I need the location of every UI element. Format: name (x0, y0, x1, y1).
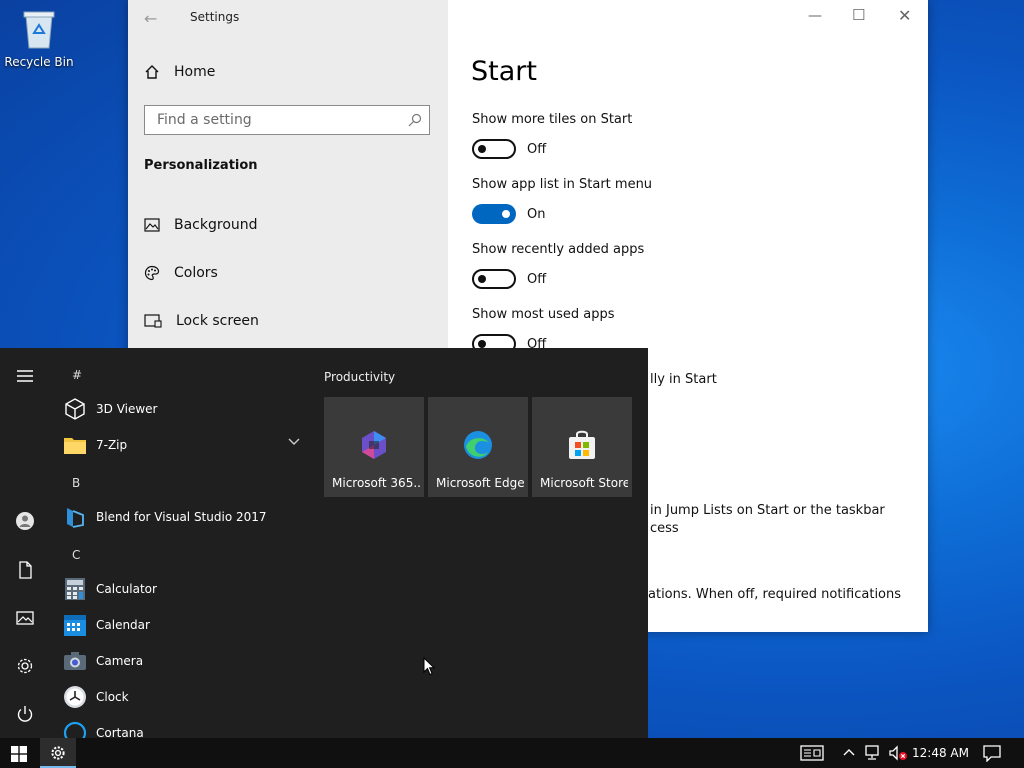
edge-icon (464, 431, 492, 459)
app-label: Blend for Visual Studio 2017 (96, 510, 267, 524)
app-3d-viewer[interactable]: 3D Viewer (62, 396, 157, 422)
taskbar: 12:48 AM (0, 738, 1024, 768)
tile-microsoft-365[interactable]: Microsoft 365... (324, 397, 424, 497)
search-icon[interactable] (407, 112, 423, 128)
start-rail (0, 348, 50, 738)
toggle-app-list[interactable] (472, 204, 516, 224)
desktop-icon-recycle-bin[interactable]: Recycle Bin (4, 6, 74, 69)
nav-item-background[interactable]: Background (144, 217, 258, 233)
mouse-cursor-icon (423, 657, 435, 676)
power-icon[interactable] (15, 704, 35, 724)
toggle-more-tiles[interactable] (472, 139, 516, 159)
app-clock[interactable]: Clock (62, 684, 129, 710)
app-label: 3D Viewer (96, 402, 158, 416)
setting-label-partial: cess (650, 521, 679, 536)
setting-label-partial: ations. When off, required notifications (648, 587, 902, 602)
calendar-icon (64, 615, 86, 636)
app-label: Camera (96, 654, 144, 668)
app-camera[interactable]: Camera (62, 648, 143, 674)
setting-label-partial: in Jump Lists on Start or the taskbar (650, 503, 885, 518)
app-list-letter-header[interactable]: B (72, 476, 80, 490)
recycle-bin-label: Recycle Bin (4, 55, 74, 69)
chevron-down-icon[interactable] (288, 438, 300, 446)
store-icon (569, 430, 595, 459)
clock-icon (64, 686, 86, 708)
app-calculator[interactable]: Calculator (62, 576, 157, 602)
close-icon[interactable]: ✕ (898, 6, 911, 25)
app-calendar[interactable]: Calendar (62, 612, 150, 638)
toggle-state: On (527, 207, 546, 222)
user-avatar-icon[interactable] (15, 511, 35, 531)
nav-item-label: Lock screen (176, 313, 259, 329)
toggle-state: Off (527, 272, 547, 287)
blend-icon (67, 508, 84, 528)
nav-item-lock-screen[interactable]: Lock screen (144, 313, 259, 329)
volume-muted-icon[interactable] (888, 745, 908, 761)
toggle-recently-added[interactable] (472, 269, 516, 289)
setting-label: Show app list in Start menu (472, 177, 653, 192)
picture-icon (144, 218, 160, 232)
folder-icon (64, 438, 86, 454)
notification-center-icon[interactable] (983, 745, 1001, 762)
setting-label: Show most used apps (472, 307, 615, 322)
search-box[interactable] (144, 105, 430, 135)
palette-icon (144, 265, 160, 281)
taskbar-settings-app[interactable] (40, 738, 76, 768)
calculator-icon (65, 578, 85, 600)
microsoft-365-icon (362, 431, 386, 459)
tile-label: Microsoft Store (540, 476, 628, 490)
setting-label-partial: lly in Start (650, 372, 717, 387)
app-list-letter-header[interactable]: C (72, 548, 80, 562)
setting-label: Show more tiles on Start (472, 112, 633, 127)
section-heading: Personalization (144, 158, 258, 173)
document-icon[interactable] (15, 560, 35, 580)
search-input[interactable] (155, 106, 399, 134)
home-icon (145, 65, 159, 79)
back-arrow-icon[interactable]: ← (144, 9, 157, 28)
app-list-letter-header[interactable]: # (72, 368, 82, 382)
network-icon[interactable] (864, 745, 882, 761)
window-title: Settings (190, 10, 240, 24)
nav-home-label: Home (174, 64, 216, 80)
tile-label: Microsoft 365... (332, 476, 420, 490)
cortana-icon (63, 721, 87, 738)
tile-microsoft-edge[interactable]: Microsoft Edge (428, 397, 528, 497)
gear-icon[interactable] (15, 656, 35, 676)
gear-icon (51, 746, 65, 760)
tile-group-title[interactable]: Productivity (324, 370, 395, 384)
nav-item-label: Colors (174, 265, 218, 281)
app-cortana[interactable]: Cortana (62, 720, 144, 738)
hamburger-menu-icon[interactable] (15, 366, 35, 386)
app-label: Calculator (96, 582, 157, 596)
app-label: Cortana (96, 726, 144, 738)
minimize-icon[interactable]: — (808, 8, 822, 24)
pictures-icon[interactable] (15, 608, 35, 628)
nav-home[interactable]: Home (144, 64, 215, 80)
app-7-zip[interactable]: 7-Zip (62, 432, 127, 458)
app-label: Clock (96, 690, 129, 704)
app-label: Calendar (96, 618, 150, 632)
app-blend[interactable]: Blend for Visual Studio 2017 (62, 504, 267, 530)
cube-icon (65, 398, 85, 420)
start-menu: # 3D Viewer 7-Zip B Blend for Visual Stu… (0, 348, 648, 738)
recycle-bin-icon (23, 11, 55, 49)
taskbar-clock[interactable]: 12:48 AM (912, 746, 969, 760)
maximize-icon[interactable]: ☐ (852, 6, 865, 24)
toggle-state: Off (527, 142, 547, 157)
start-button[interactable] (0, 738, 38, 768)
app-label: 7-Zip (96, 438, 128, 452)
setting-label: Show recently added apps (472, 242, 645, 257)
windows-logo-icon (11, 746, 27, 762)
nav-item-colors[interactable]: Colors (144, 265, 218, 281)
news-widget-icon[interactable] (800, 745, 824, 761)
tile-label: Microsoft Edge (436, 476, 524, 490)
camera-icon (64, 652, 86, 670)
chevron-up-icon[interactable] (843, 748, 855, 756)
nav-item-label: Background (174, 217, 258, 233)
page-title: Start (471, 56, 537, 87)
lock-screen-icon (144, 314, 162, 328)
tile-microsoft-store[interactable]: Microsoft Store (532, 397, 632, 497)
